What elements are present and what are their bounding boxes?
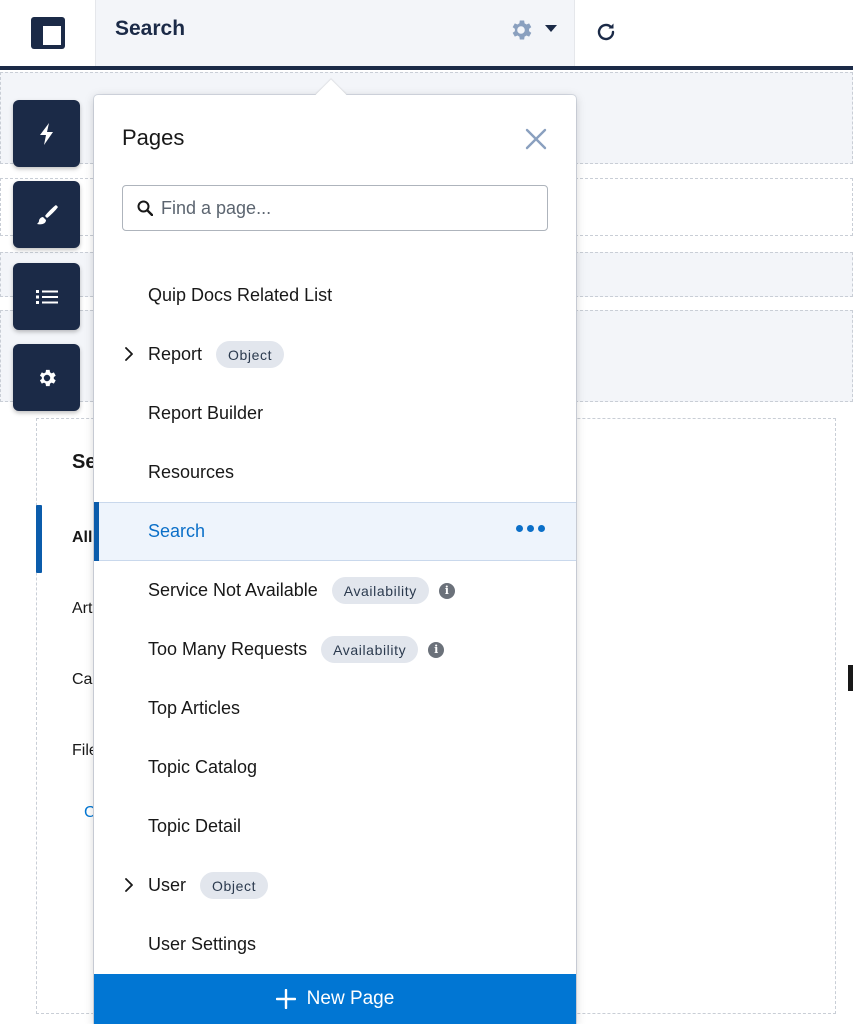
- builder-header: Search: [0, 0, 853, 67]
- list-icon: [35, 289, 58, 304]
- page-search-field[interactable]: [122, 185, 548, 231]
- page-item-quip-docs-related-list[interactable]: Quip Docs Related List: [94, 266, 576, 325]
- page-item-report-builder[interactable]: Report Builder: [94, 384, 576, 443]
- brush-icon: [36, 204, 58, 224]
- page-item-top-articles[interactable]: Top Articles: [94, 679, 576, 738]
- results-tab-all[interactable]: All: [72, 529, 92, 547]
- page-dropdown-button[interactable]: [543, 21, 559, 37]
- page-item-label: User Settings: [148, 934, 257, 954]
- page-settings-button[interactable]: [503, 15, 539, 45]
- pages-popover: Pages Quip Docs Related List Report Obje…: [94, 79, 576, 1024]
- popover-title: Pages: [122, 125, 185, 150]
- page-item-label: Report: [148, 344, 203, 364]
- plus-icon: [275, 989, 296, 1009]
- theme-button[interactable]: [13, 181, 80, 248]
- components-button[interactable]: [13, 100, 80, 167]
- page-item-label: Search: [148, 521, 206, 541]
- lightning-icon: [39, 122, 53, 145]
- close-button[interactable]: [524, 127, 548, 151]
- refresh-button[interactable]: [590, 16, 622, 48]
- page-search-input[interactable]: [161, 194, 531, 222]
- page-item-user[interactable]: User Object: [94, 856, 576, 915]
- page-type-badge: Object: [200, 872, 269, 899]
- new-page-label: New Page: [306, 988, 395, 1009]
- page-item-service-not-available[interactable]: Service Not Available Availability i: [94, 561, 576, 620]
- page-item-label: User: [148, 875, 187, 895]
- page-item-label: Service Not Available: [148, 580, 318, 600]
- page-list: Quip Docs Related List Report Object Rep…: [94, 266, 576, 974]
- new-page-button[interactable]: New Page: [94, 974, 576, 1024]
- page-item-label: Topic Detail: [148, 816, 242, 836]
- page-item-label: Quip Docs Related List: [148, 285, 333, 305]
- chevron-right-icon[interactable]: [122, 346, 136, 362]
- active-tab-indicator: [36, 505, 42, 573]
- page-type-badge: Availability: [331, 577, 429, 604]
- page-item-label: Resources: [148, 462, 235, 482]
- page-item-resources[interactable]: Resources: [94, 443, 576, 502]
- layout-icon: [30, 17, 65, 49]
- text-cursor: [848, 665, 853, 691]
- search-icon: [137, 200, 153, 216]
- page-item-label: Topic Catalog: [148, 757, 258, 777]
- page-item-label: Report Builder: [148, 403, 264, 423]
- app-logo[interactable]: [0, 0, 95, 66]
- chevron-right-icon[interactable]: [122, 877, 136, 893]
- refresh-icon: [597, 23, 615, 41]
- page-item-search[interactable]: Search: [94, 502, 576, 561]
- page-structure-button[interactable]: [13, 263, 80, 330]
- results-tab-articles[interactable]: Art: [72, 600, 92, 618]
- caret-down-icon: [545, 25, 557, 32]
- info-icon[interactable]: i: [438, 582, 455, 599]
- page-type-badge: Object: [216, 341, 285, 368]
- page-item-label: Too Many Requests: [148, 639, 308, 659]
- results-heading: Se: [72, 451, 97, 473]
- more-actions-icon[interactable]: [516, 525, 545, 532]
- current-page-name: Search: [115, 17, 186, 40]
- page-item-too-many-requests[interactable]: Too Many Requests Availability i: [94, 620, 576, 679]
- info-icon[interactable]: i: [428, 641, 445, 658]
- page-item-report[interactable]: Report Object: [94, 325, 576, 384]
- page-item-topic-catalog[interactable]: Topic Catalog: [94, 738, 576, 797]
- settings-button[interactable]: [13, 344, 80, 411]
- close-icon: [525, 128, 547, 150]
- page-item-user-settings[interactable]: User Settings: [94, 915, 576, 974]
- page-item-label: Top Articles: [148, 698, 241, 718]
- page-item-topic-detail[interactable]: Topic Detail: [94, 797, 576, 856]
- gear-icon: [512, 20, 532, 40]
- page-selector[interactable]: Search: [95, 0, 575, 66]
- gear-icon: [39, 369, 56, 386]
- page-type-badge: Availability: [321, 636, 419, 663]
